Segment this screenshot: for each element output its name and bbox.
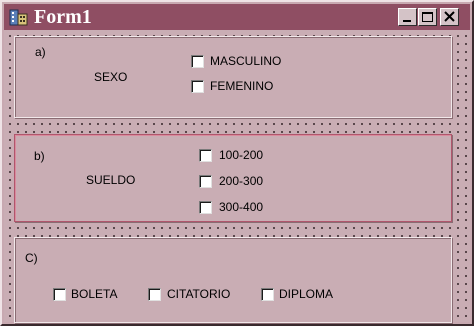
app-icon xyxy=(8,7,30,27)
frame-c: C) BOLETA CITATORIO DIPLOMA xyxy=(14,237,452,323)
maximize-button[interactable] xyxy=(418,8,437,26)
sexo-label: SEXO xyxy=(94,70,128,84)
frame-b: b) SUELDO 100-200 200-300 300-400 xyxy=(14,134,452,222)
close-button[interactable] xyxy=(440,8,459,26)
checkbox-label[interactable]: 300-400 xyxy=(219,200,263,214)
checkbox-label[interactable]: FEMENINO xyxy=(210,79,273,93)
checkbox-box[interactable] xyxy=(148,288,161,301)
frame-a: a) SEXO MASCULINO FEMENINO xyxy=(14,36,452,118)
title-bar[interactable]: Form1 xyxy=(4,4,470,30)
form-client-area: a) SEXO MASCULINO FEMENINO b) SUELDO 100… xyxy=(4,30,470,323)
checkbox-label[interactable]: CITATORIO xyxy=(167,287,230,301)
checkbox-box[interactable] xyxy=(199,175,212,188)
checkbox-label[interactable]: DIPLOMA xyxy=(279,287,333,301)
checkbox-box[interactable] xyxy=(53,288,66,301)
checkbox-box[interactable] xyxy=(191,55,204,68)
close-icon xyxy=(444,11,455,22)
frame-a-letter: a) xyxy=(35,45,46,59)
checkbox-box[interactable] xyxy=(199,201,212,214)
checkbox-box[interactable] xyxy=(261,288,274,301)
checkbox-label[interactable]: BOLETA xyxy=(71,287,117,301)
checkbox-label[interactable]: 100-200 xyxy=(219,148,263,162)
checkbox-box[interactable] xyxy=(199,149,212,162)
minimize-button[interactable] xyxy=(398,8,417,26)
checkbox-box[interactable] xyxy=(191,80,204,93)
checkbox-label[interactable]: 200-300 xyxy=(219,174,263,188)
frame-b-letter: b) xyxy=(34,149,45,163)
sueldo-label: SUELDO xyxy=(86,173,136,187)
checkbox-label[interactable]: MASCULINO xyxy=(210,54,281,68)
form-window: Form1 a) SEXO MASCULINO FEMENINO b) SUEL… xyxy=(0,0,474,326)
frame-c-letter: C) xyxy=(25,251,38,265)
minimize-icon xyxy=(403,20,411,22)
window-title: Form1 xyxy=(34,6,92,28)
maximize-icon xyxy=(422,12,433,22)
